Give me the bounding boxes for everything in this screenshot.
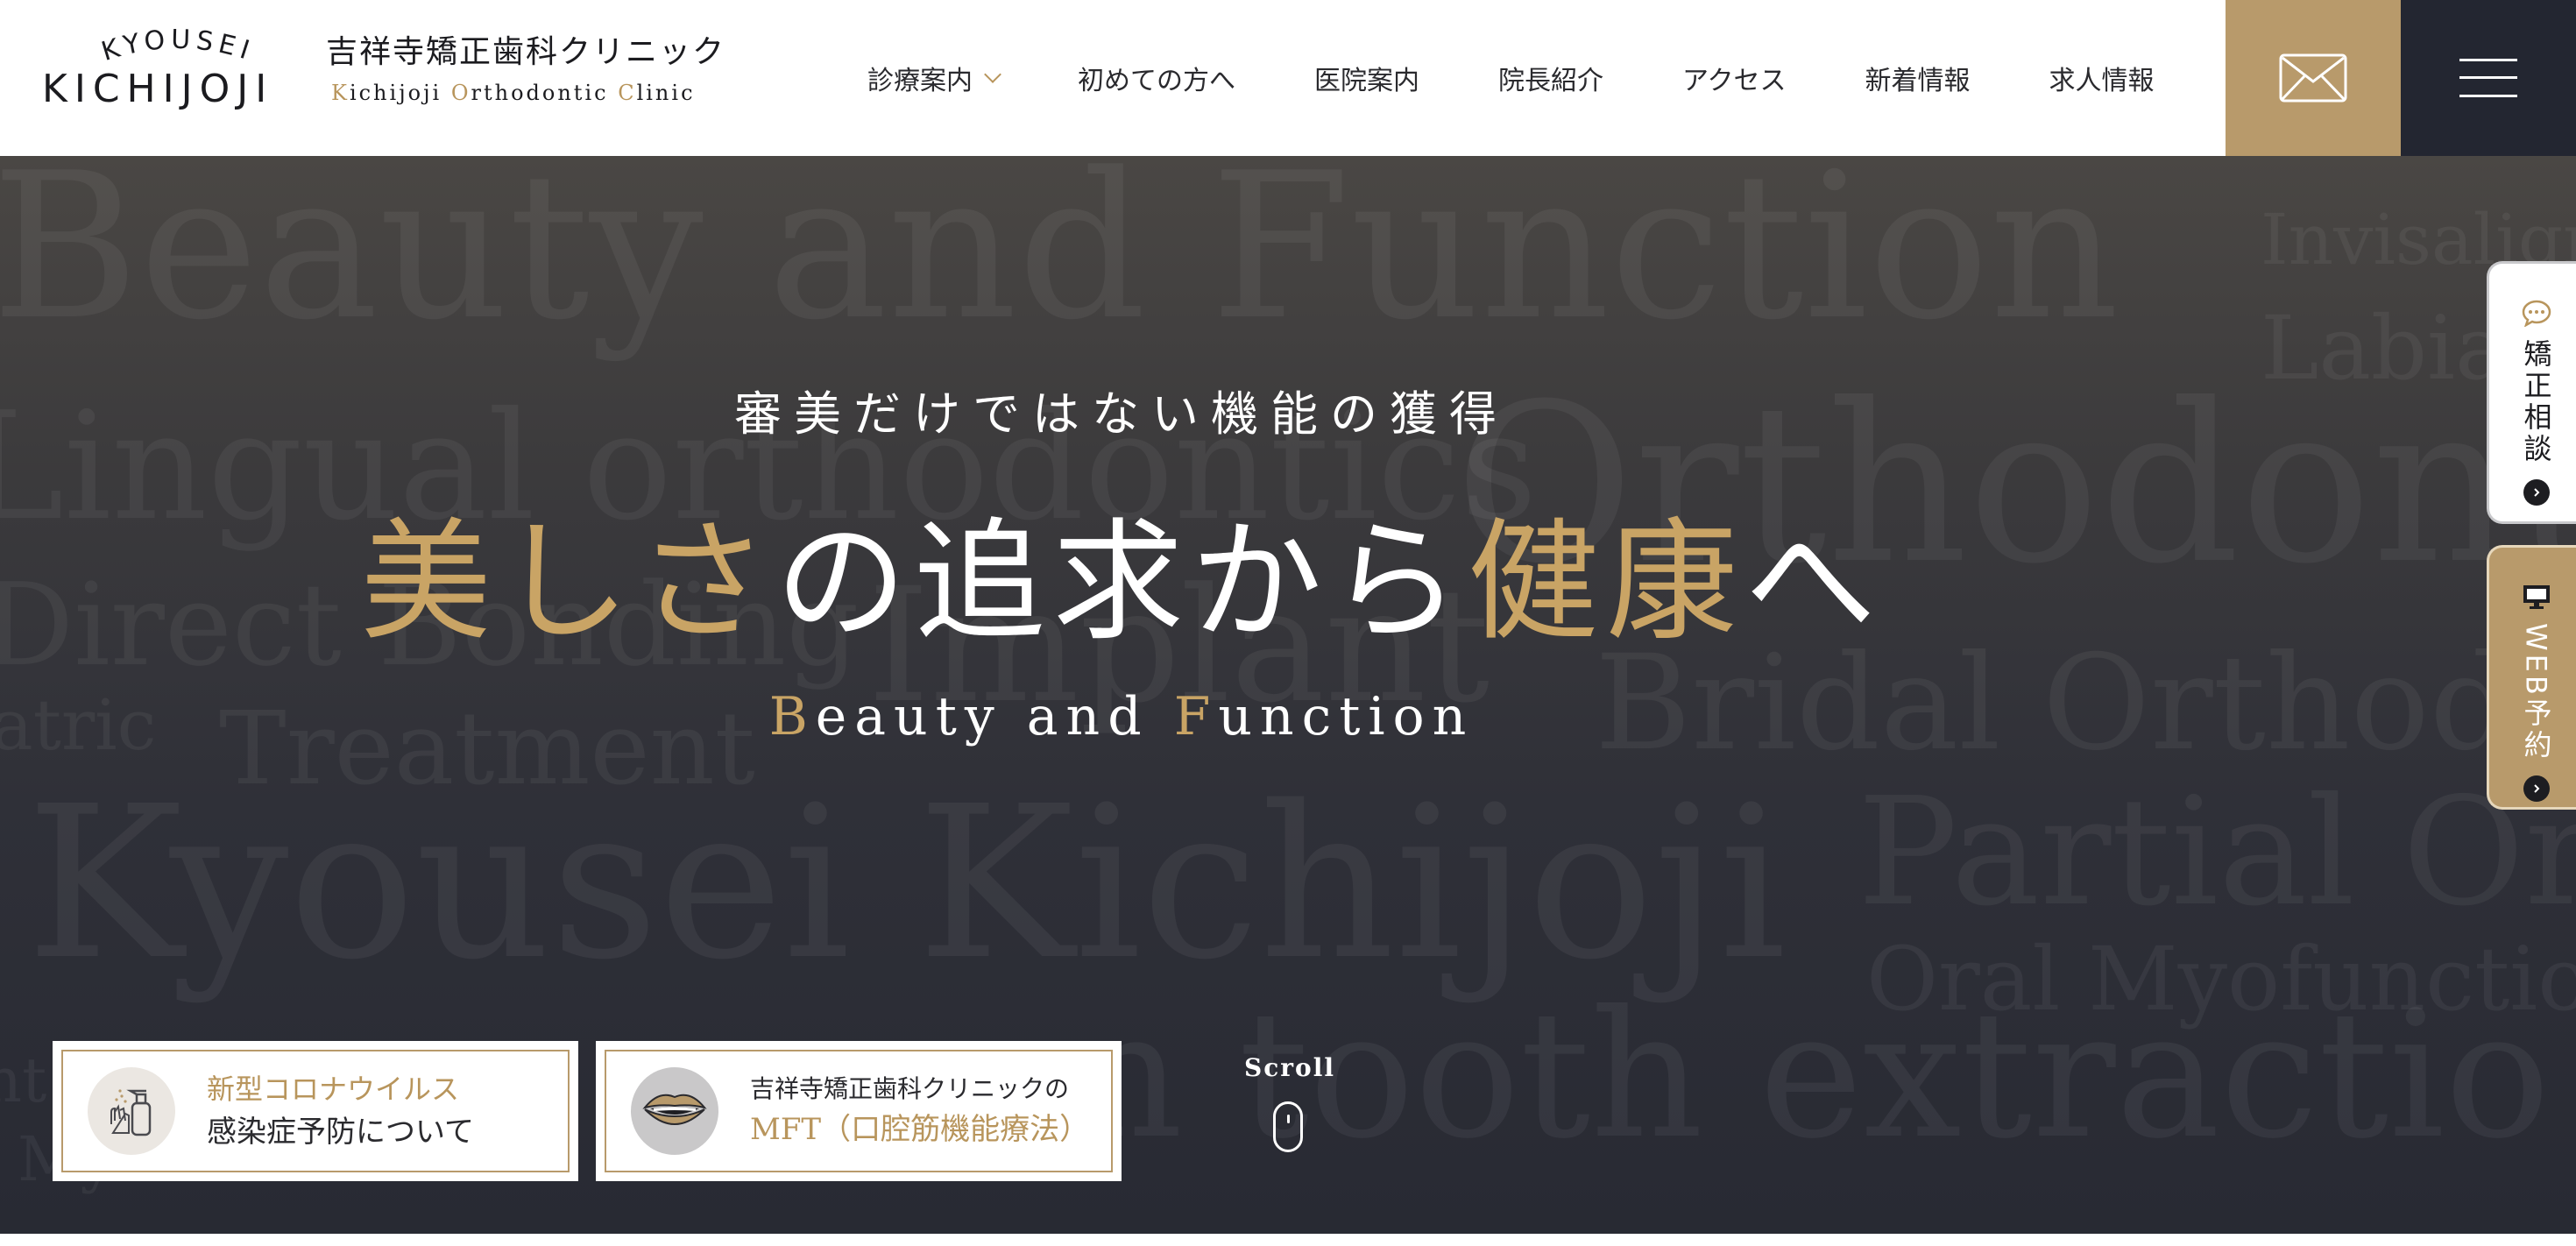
svg-text:KYOUSEI: KYOUSEI — [98, 25, 258, 67]
nav-item-recruit[interactable]: 求人情報 — [2049, 59, 2155, 97]
chevron-right-icon — [2523, 479, 2550, 506]
nav-item-director[interactable]: 院長紹介 — [1498, 59, 1603, 97]
consultation-tab[interactable]: 矯正相談 — [2487, 261, 2576, 524]
bg-word: Beauty and Function — [0, 156, 2120, 365]
covid-card-subtitle: 感染症予防について — [207, 1114, 474, 1150]
mft-info-card[interactable]: 吉祥寺矯正歯科クリニックの MFT（口腔筋機能療法） — [596, 1041, 1122, 1181]
bg-word: Partial Or — [1858, 766, 2576, 939]
mft-card-title: 吉祥寺矯正歯科クリニックの — [750, 1073, 1070, 1103]
logo-main-text: KICHIJOJI — [42, 67, 274, 111]
clinic-name-jp[interactable]: 吉祥寺矯正歯科クリニック — [326, 26, 725, 72]
sanitizer-icon — [88, 1067, 175, 1155]
chat-bubble-icon — [2522, 300, 2551, 327]
site-logo[interactable]: KYOUSEI KICHIJOJI — [42, 25, 314, 121]
nav-item-clinic-info[interactable]: 医院案内 — [1314, 59, 1419, 97]
mft-card-subtitle: MFT（口腔筋機能療法） — [750, 1111, 1090, 1147]
main-nav: 診療案内 初めての方へ 医院案内 院長紹介 アクセス 新着情報 求人情報 — [867, 0, 2155, 156]
covid-card-title: 新型コロナウイルス — [207, 1072, 460, 1106]
scroll-label: Scroll — [1244, 1053, 1335, 1082]
nav-item-first-visit[interactable]: 初めての方へ — [1078, 59, 1235, 97]
hero-section: Beauty and Function Invisalign Labial Li… — [0, 156, 2576, 1234]
chevron-right-icon — [2523, 775, 2550, 802]
mouse-scroll-icon — [1273, 1101, 1303, 1152]
nav-item-treatment[interactable]: 診療案内 — [867, 59, 1001, 97]
mail-icon — [2279, 53, 2347, 103]
page-bottom — [0, 1234, 2576, 1246]
menu-button[interactable] — [2401, 0, 2576, 156]
bg-word: om tooth extractio — [911, 973, 2551, 1178]
hamburger-menu-icon — [2459, 59, 2517, 97]
web-reservation-tab[interactable]: WEB予約 — [2487, 545, 2576, 810]
bg-word: nt — [0, 1044, 47, 1116]
nav-item-access[interactable]: アクセス — [1682, 59, 1787, 97]
hero-title: 美しさの追求から健康へ — [359, 506, 1884, 659]
bg-word: Kyousei Kichijoji — [26, 761, 1787, 1006]
web-reservation-tab-label: WEB予約 — [2519, 623, 2553, 761]
site-header: KYOUSEI KICHIJOJI 吉祥寺矯正歯科クリニック Kichijoji… — [0, 0, 2576, 156]
chevron-down-icon — [984, 66, 1001, 83]
hero-tagline-en: Beauty and Function — [768, 686, 1475, 747]
lips-mouth-icon — [631, 1067, 718, 1155]
logo-arc-text: KYOUSEI — [98, 25, 258, 67]
clinic-name-en: Kichijoji Orthodontic Clinic — [331, 81, 696, 105]
hero-subtitle: 審美だけではない機能の獲得 — [734, 386, 1509, 442]
monitor-icon — [2523, 585, 2550, 609]
consultation-tab-label: 矯正相談 — [2519, 339, 2553, 465]
mail-button[interactable] — [2226, 0, 2401, 156]
covid-info-card[interactable]: 新型コロナウイルス 感染症予防について — [53, 1041, 578, 1181]
scroll-indicator[interactable]: Scroll — [1244, 1053, 1335, 1152]
nav-item-news[interactable]: 新着情報 — [1865, 59, 1971, 97]
